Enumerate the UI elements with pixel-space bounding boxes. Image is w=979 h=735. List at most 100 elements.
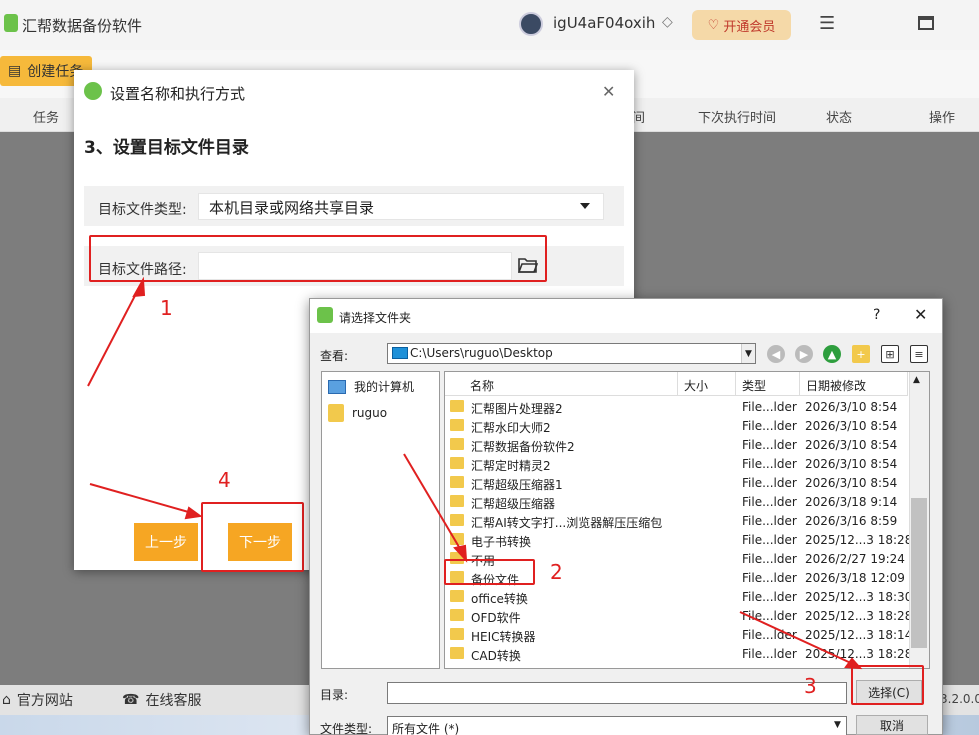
file-row[interactable]: HEIC转换器 File...lder 2025/12...3 18:14	[446, 626, 912, 645]
chevron-down-icon[interactable]: ▼	[741, 344, 755, 363]
vip-button[interactable]: ♡ 开通会员	[692, 10, 791, 40]
lookin-combo[interactable]: C:\Users\ruguo\Desktop	[387, 343, 756, 364]
file-date: 2025/12...3 18:14	[805, 628, 913, 642]
support-link[interactable]: ☎ 在线客服	[122, 690, 201, 710]
folder-icon	[450, 438, 464, 450]
filetype-combo[interactable]: 所有文件 (*)	[387, 716, 847, 735]
file-name: 电子书转换	[471, 535, 532, 549]
grid-view-icon[interactable]: ⊞	[881, 345, 899, 363]
file-name: 汇帮AI转文字打...浏览器解压压缩包	[471, 516, 663, 530]
file-name: 汇帮超级压缩器	[471, 497, 556, 511]
file-type: File...lder	[742, 647, 797, 661]
support-label: 在线客服	[145, 693, 202, 709]
column-name[interactable]: 名称	[464, 372, 678, 396]
close-icon[interactable]: ✕	[914, 305, 927, 324]
folder-icon	[450, 476, 464, 488]
menu-icon[interactable]: ☰	[819, 13, 835, 34]
file-row[interactable]: 汇帮定时精灵2 File...lder 2026/3/10 8:54	[446, 455, 908, 474]
dir-label: 目录:	[320, 688, 349, 702]
file-name: OFD软件	[471, 611, 521, 625]
forward-icon[interactable]: ▶	[795, 345, 813, 363]
website-link[interactable]: ⌂ 官方网站	[2, 690, 73, 710]
file-date: 2026/3/10 8:54	[805, 419, 898, 433]
file-name: 汇帮水印大师2	[471, 421, 551, 435]
highlight-path-row	[89, 235, 547, 282]
file-row[interactable]: CAD转换 File...lder 2025/12...3 18:28	[446, 645, 912, 664]
column-size[interactable]: 大小	[678, 372, 736, 396]
file-name: HEIC转换器	[471, 630, 536, 644]
file-row[interactable]: 汇帮图片处理器2 File...lder 2026/3/10 8:54	[446, 398, 908, 417]
file-row[interactable]: 电子书转换 File...lder 2025/12...3 18:28	[446, 531, 912, 550]
folder-icon	[450, 400, 464, 412]
new-folder-icon[interactable]: +	[852, 345, 870, 363]
home-icon: ⌂	[2, 692, 11, 708]
file-type: File...lder	[742, 514, 797, 528]
file-row[interactable]: 汇帮AI转文字打...浏览器解压压缩包 File...lder 2026/3/16 …	[446, 512, 908, 531]
file-name: 汇帮定时精灵2	[471, 459, 551, 473]
file-type: File...lder	[742, 552, 797, 566]
file-type: File...lder	[742, 438, 797, 452]
back-icon[interactable]: ◀	[767, 345, 785, 363]
file-date: 2025/12...3 18:28	[805, 609, 913, 623]
file-date: 2026/3/16 8:59	[805, 514, 898, 528]
username[interactable]: igU4aF04oxih	[553, 14, 655, 32]
vip-label: 开通会员	[723, 19, 776, 35]
scroll-up-icon[interactable]: ▲	[913, 375, 920, 385]
file-row[interactable]: 汇帮超级压缩器 File...lder 2026/3/18 9:14	[446, 493, 908, 512]
column-status: 状态	[826, 111, 853, 126]
file-date: 2026/3/18 9:14	[805, 495, 898, 509]
prev-button[interactable]: 上一步	[134, 523, 198, 561]
annotation-number: 2	[550, 560, 563, 584]
sidebar-item-computer[interactable]: 我的计算机	[328, 378, 414, 395]
scrollbar-thumb[interactable]	[911, 498, 927, 648]
close-icon[interactable]: ✕	[602, 82, 615, 101]
maximize-icon[interactable]	[918, 16, 934, 30]
folder-icon	[450, 419, 464, 431]
avatar[interactable]	[519, 12, 543, 36]
highlight-backup-folder	[444, 559, 535, 585]
computer-icon	[328, 379, 346, 394]
file-row[interactable]: 汇帮数据备份软件2 File...lder 2026/3/10 8:54	[446, 436, 908, 455]
column-type[interactable]: 类型	[736, 372, 800, 396]
sidebar-item-label: ruguo	[352, 406, 388, 420]
task-list-icon: ▤	[8, 63, 22, 79]
diamond-icon: ◇	[662, 14, 673, 30]
app-title: 汇帮数据备份软件	[22, 17, 143, 35]
website-label: 官方网站	[16, 693, 73, 709]
cancel-button[interactable]: 取消	[856, 715, 928, 735]
app-logo	[4, 14, 18, 32]
folder-icon	[450, 533, 464, 545]
file-type: File...lder	[742, 419, 797, 433]
folder-icon	[450, 457, 464, 469]
file-name: office转换	[471, 592, 528, 606]
folder-icon	[450, 495, 464, 507]
chevron-down-icon[interactable]	[580, 203, 590, 209]
target-type-label: 目标文件类型:	[98, 202, 187, 218]
file-type: File...lder	[742, 476, 797, 490]
dialog-logo	[84, 82, 102, 100]
file-row[interactable]: 汇帮水印大师2 File...lder 2026/3/10 8:54	[446, 417, 908, 436]
target-type-select[interactable]: 本机目录或网络共享目录	[198, 193, 604, 220]
help-icon[interactable]: ?	[873, 307, 880, 323]
highlight-select-button	[851, 665, 924, 705]
sidebar-item-ruguo[interactable]: ruguo	[328, 404, 387, 422]
file-row[interactable]: OFD软件 File...lder 2025/12...3 18:28	[446, 607, 912, 626]
detail-view-icon[interactable]: ≡	[910, 345, 928, 363]
dir-input[interactable]	[387, 682, 847, 704]
file-date: 2026/3/10 8:54	[805, 457, 898, 471]
file-type: File...lder	[742, 590, 797, 604]
file-name: CAD转换	[471, 649, 521, 663]
column-date[interactable]: 日期被修改	[800, 372, 908, 396]
file-date: 2026/3/10 8:54	[805, 400, 898, 414]
file-date: 2025/12...3 18:28	[805, 647, 913, 661]
annotation-number: 1	[160, 296, 173, 320]
up-folder-icon[interactable]: ▲	[823, 345, 841, 363]
version-label: 3.2.0.0	[940, 692, 979, 706]
folder-icon	[450, 590, 464, 602]
file-row[interactable]: office转换 File...lder 2025/12...3 18:30	[446, 588, 912, 607]
file-type: File...lder	[742, 400, 797, 414]
chevron-down-icon[interactable]: ▼	[834, 720, 841, 730]
file-row[interactable]: 汇帮超级压缩器1 File...lder 2026/3/10 8:54	[446, 474, 908, 493]
annotation-number: 3	[804, 674, 817, 698]
file-type: File...lder	[742, 495, 797, 509]
